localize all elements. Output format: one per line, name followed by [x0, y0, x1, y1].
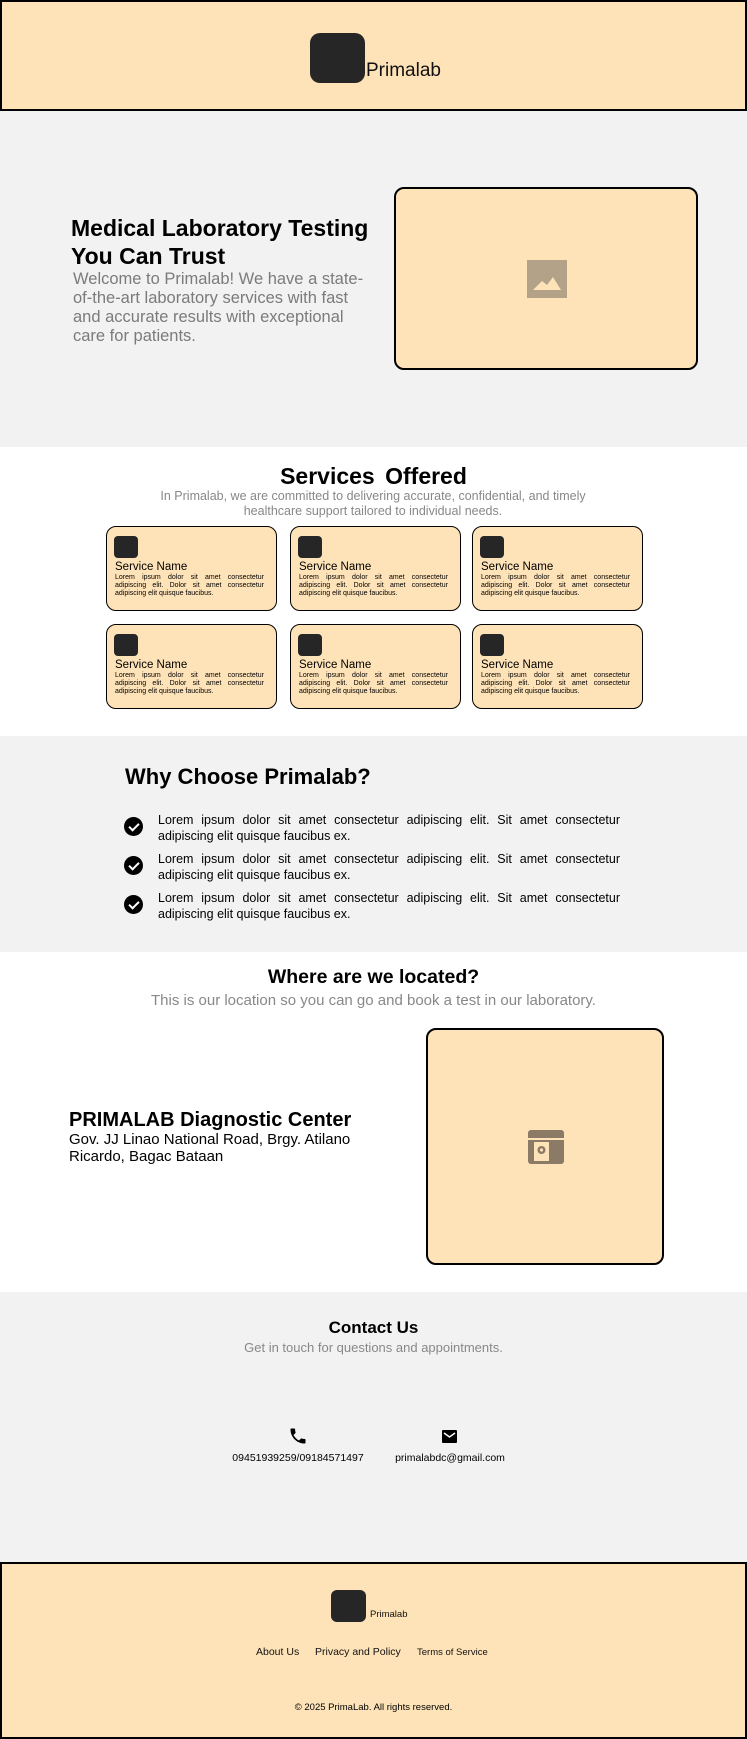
- why-point-text: Lorem ipsum dolor sit amet consectetur a…: [158, 891, 620, 921]
- check-circle-icon: [124, 895, 143, 914]
- footer-link-privacy[interactable]: Privacy and Policy: [315, 1646, 401, 1658]
- map-placeholder-icon: [528, 1130, 564, 1164]
- service-card[interactable]: Service Name Lorem ipsum dolor sit amet …: [106, 526, 277, 611]
- service-name: Service Name: [115, 561, 188, 573]
- hero-description: Welcome to Primalab! We have a state-of-…: [73, 270, 364, 345]
- services-title: Services Offered: [280, 463, 467, 489]
- service-description: Lorem ipsum dolor sit amet consectetur a…: [115, 574, 264, 598]
- mail-icon: [442, 1430, 457, 1443]
- hero-title: Medical Laboratory Testing You Can Trust: [71, 215, 369, 269]
- service-name: Service Name: [115, 659, 188, 671]
- hero-image: [394, 187, 698, 370]
- service-icon: [114, 634, 138, 656]
- copyright-text: © 2025 PrimaLab. All rights reserved.: [294, 1702, 453, 1713]
- why-point-text: Lorem ipsum dolor sit amet consectetur a…: [158, 852, 620, 882]
- service-icon: [480, 634, 504, 656]
- service-card[interactable]: Service Name Lorem ipsum dolor sit amet …: [472, 624, 643, 709]
- why-choose-section: Why Choose Primalab? Lorem ipsum dolor s…: [0, 736, 747, 952]
- email-address[interactable]: primalabdc@gmail.com: [380, 1452, 520, 1464]
- service-name: Service Name: [481, 659, 554, 671]
- phone-icon: [290, 1428, 306, 1444]
- footer-brand-name[interactable]: Primalab: [370, 1609, 408, 1620]
- footer-link-terms[interactable]: Terms of Service: [417, 1647, 488, 1658]
- brand-name[interactable]: Primalab: [366, 60, 441, 82]
- why-list-item: Lorem ipsum dolor sit amet consectetur a…: [124, 852, 620, 886]
- service-name: Service Name: [481, 561, 554, 573]
- site-footer: Primalab About Us Privacy and Policy Ter…: [0, 1562, 747, 1739]
- service-description: Lorem ipsum dolor sit amet consectetur a…: [481, 574, 630, 598]
- logo-icon[interactable]: [310, 33, 365, 83]
- phone-number[interactable]: 09451939259/09184571497: [228, 1452, 368, 1464]
- footer-logo-icon[interactable]: [331, 1590, 366, 1622]
- service-card[interactable]: Service Name Lorem ipsum dolor sit amet …: [290, 624, 461, 709]
- why-title: Why Choose Primalab?: [125, 764, 371, 789]
- service-card[interactable]: Service Name Lorem ipsum dolor sit amet …: [472, 526, 643, 611]
- service-card[interactable]: Service Name Lorem ipsum dolor sit amet …: [290, 526, 461, 611]
- why-list-item: Lorem ipsum dolor sit amet consectetur a…: [124, 813, 620, 847]
- image-placeholder-icon: [527, 260, 567, 298]
- service-name: Service Name: [299, 561, 372, 573]
- service-description: Lorem ipsum dolor sit amet consectetur a…: [299, 574, 448, 598]
- contact-subtitle: Get in touch for questions and appointme…: [244, 1340, 503, 1355]
- why-list-item: Lorem ipsum dolor sit amet consectetur a…: [124, 891, 620, 925]
- service-card[interactable]: Service Name Lorem ipsum dolor sit amet …: [106, 624, 277, 709]
- location-title: Where are we located?: [267, 966, 480, 988]
- service-description: Lorem ipsum dolor sit amet consectetur a…: [115, 672, 264, 696]
- contact-section: Contact Us Get in touch for questions an…: [0, 1292, 747, 1562]
- location-section: Where are we located? This is our locati…: [0, 952, 747, 1292]
- services-subtitle: In Primalab, we are committed to deliver…: [160, 489, 586, 518]
- service-icon: [298, 634, 322, 656]
- check-circle-icon: [124, 856, 143, 875]
- why-point-text: Lorem ipsum dolor sit amet consectetur a…: [158, 813, 620, 843]
- location-subtitle: This is our location so you can go and b…: [151, 992, 596, 1009]
- service-icon: [298, 536, 322, 558]
- map-box[interactable]: [426, 1028, 664, 1265]
- contact-title: Contact Us: [328, 1318, 419, 1337]
- footer-link-about[interactable]: About Us: [256, 1646, 299, 1658]
- services-section: Services Offered In Primalab, we are com…: [0, 447, 747, 736]
- service-icon: [480, 536, 504, 558]
- service-description: Lorem ipsum dolor sit amet consectetur a…: [299, 672, 448, 696]
- service-name: Service Name: [299, 659, 372, 671]
- site-header: Primalab: [0, 0, 747, 111]
- check-circle-icon: [124, 817, 143, 836]
- center-address: Gov. JJ Linao National Road, Brgy. Atila…: [69, 1131, 351, 1165]
- service-icon: [114, 536, 138, 558]
- hero-section: Medical Laboratory Testing You Can Trust…: [0, 111, 747, 447]
- center-name: PRIMALAB Diagnostic Center: [69, 1109, 352, 1131]
- service-description: Lorem ipsum dolor sit amet consectetur a…: [481, 672, 630, 696]
